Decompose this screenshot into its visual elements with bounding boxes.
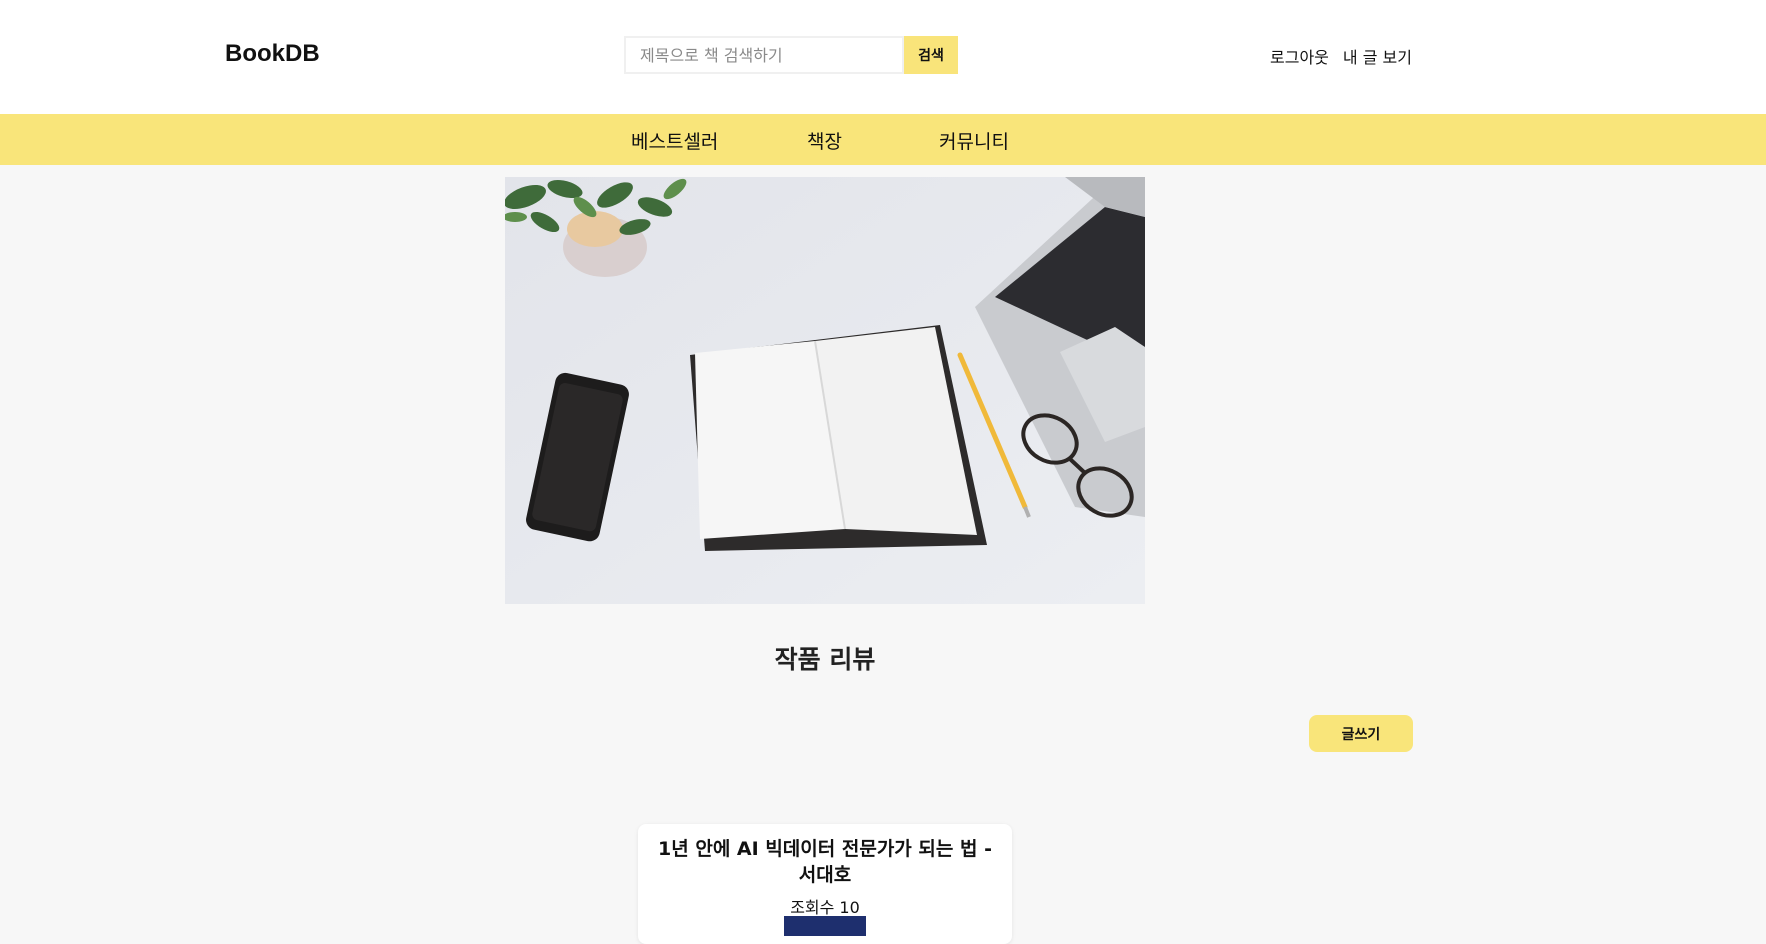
- user-links: 로그아웃 내 글 보기: [1270, 44, 1412, 68]
- main-nav: 베스트셀러 책장 커뮤니티: [0, 114, 1766, 165]
- search-input[interactable]: [624, 36, 904, 74]
- book-cover-thumbnail: [784, 916, 866, 936]
- nav-item-community[interactable]: 커뮤니티: [939, 127, 1009, 154]
- page-title: 작품 리뷰: [774, 645, 876, 674]
- nav-item-bookshelf[interactable]: 책장: [807, 127, 842, 154]
- logout-link[interactable]: 로그아웃: [1270, 44, 1329, 68]
- hero-image: [505, 177, 1145, 604]
- my-posts-link[interactable]: 내 글 보기: [1343, 44, 1412, 68]
- post-views: 조회수 10: [790, 898, 860, 917]
- search-button[interactable]: 검색: [904, 36, 958, 74]
- notebook-image: [690, 325, 987, 551]
- top-header: BookDB 검색 로그아웃 내 글 보기: [0, 0, 1766, 114]
- post-card[interactable]: 1년 안에 AI 빅데이터 전문가가 되는 법 - 서대호 조회수 10: [638, 824, 1012, 944]
- desk-illustration: [505, 177, 1145, 604]
- logo[interactable]: BookDB: [225, 40, 320, 68]
- nav-item-bestseller[interactable]: 베스트셀러: [631, 127, 718, 154]
- post-title: 1년 안에 AI 빅데이터 전문가가 되는 법 - 서대호: [658, 838, 992, 886]
- search-bar: 검색: [624, 36, 958, 74]
- write-post-button[interactable]: 글쓰기: [1309, 715, 1413, 752]
